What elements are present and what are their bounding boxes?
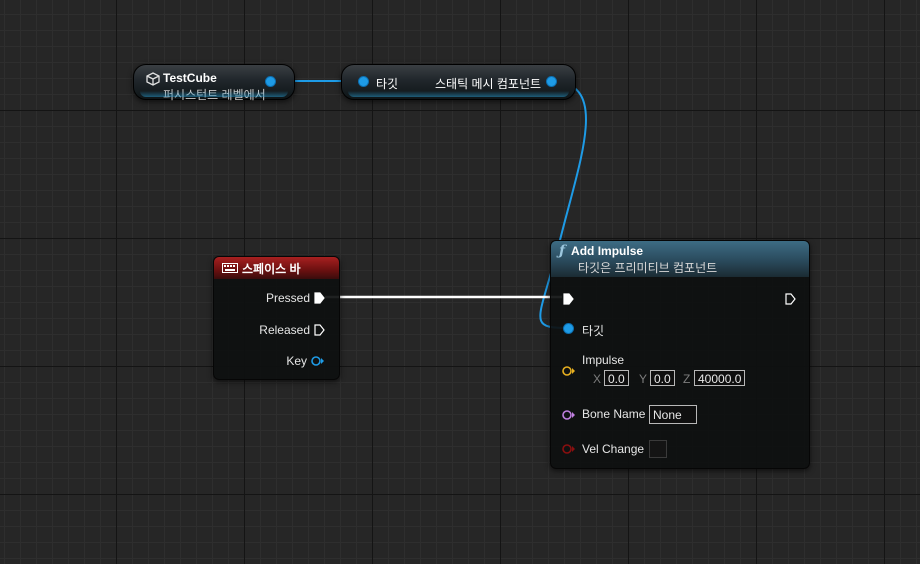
- testcube-node[interactable]: TestCube 퍼시스턴트 레벨에서: [133, 64, 295, 102]
- target-input-pin[interactable]: [358, 76, 369, 87]
- static-mesh-component-node[interactable]: 타깃 스태틱 메시 컴포넌트: [341, 64, 576, 100]
- cube-icon: [146, 72, 160, 86]
- target-input-label: 타깃: [376, 77, 399, 91]
- function-icon: ƒ: [559, 242, 566, 259]
- impulse-target-label: 타깃: [582, 324, 605, 338]
- add-impulse-subtitle: 타깃은 프리미티브 컴포넌트: [578, 260, 718, 275]
- bone-name-label: Bone Name: [582, 407, 646, 421]
- pressed-label: Pressed: [265, 291, 310, 305]
- space-bar-title: 스페이스 바: [242, 261, 301, 276]
- exec-input-pin[interactable]: [563, 293, 574, 305]
- vel-change-pin[interactable]: [562, 444, 576, 454]
- testcube-title: TestCube: [163, 71, 217, 85]
- impulse-y-field[interactable]: 0.0: [650, 370, 675, 386]
- released-exec-pin[interactable]: [314, 324, 325, 336]
- bone-name-pin[interactable]: [562, 410, 576, 420]
- z-axis-label: Z: [683, 372, 691, 386]
- space-bar-event-node[interactable]: 스페이스 바 Pressed Released Key: [213, 256, 340, 380]
- key-label: Key: [286, 354, 307, 368]
- keyboard-icon: [222, 263, 238, 273]
- vel-change-label: Vel Change: [582, 442, 645, 456]
- testcube-output-pin[interactable]: [265, 76, 276, 87]
- vel-change-checkbox[interactable]: [649, 440, 667, 458]
- y-axis-label: Y: [639, 372, 648, 386]
- testcube-subtitle: 퍼시스턴트 레벨에서: [163, 88, 266, 102]
- add-impulse-node[interactable]: ƒ Add Impulse 타깃은 프리미티브 컴포넌트 타깃 Impulse …: [550, 240, 810, 469]
- exec-output-pin[interactable]: [785, 293, 796, 305]
- static-mesh-output-pin[interactable]: [546, 76, 557, 87]
- add-impulse-header: ƒ Add Impulse 타깃은 프리미티브 컴포넌트: [551, 241, 809, 277]
- impulse-target-pin[interactable]: [563, 323, 574, 334]
- space-bar-header: 스페이스 바: [214, 257, 339, 279]
- impulse-x-field[interactable]: 0.0: [604, 370, 629, 386]
- impulse-label: Impulse: [582, 353, 625, 367]
- add-impulse-title: Add Impulse: [571, 243, 644, 258]
- x-axis-label: X: [593, 372, 602, 386]
- bone-name-field[interactable]: None: [649, 405, 697, 424]
- pressed-exec-pin[interactable]: [314, 292, 325, 304]
- released-label: Released: [259, 323, 310, 337]
- key-output-pin[interactable]: [311, 356, 325, 366]
- impulse-vector-pin[interactable]: [562, 366, 576, 376]
- impulse-z-field[interactable]: 40000.0: [694, 370, 746, 386]
- static-mesh-output-label: 스태틱 메시 컴포넌트: [435, 77, 542, 91]
